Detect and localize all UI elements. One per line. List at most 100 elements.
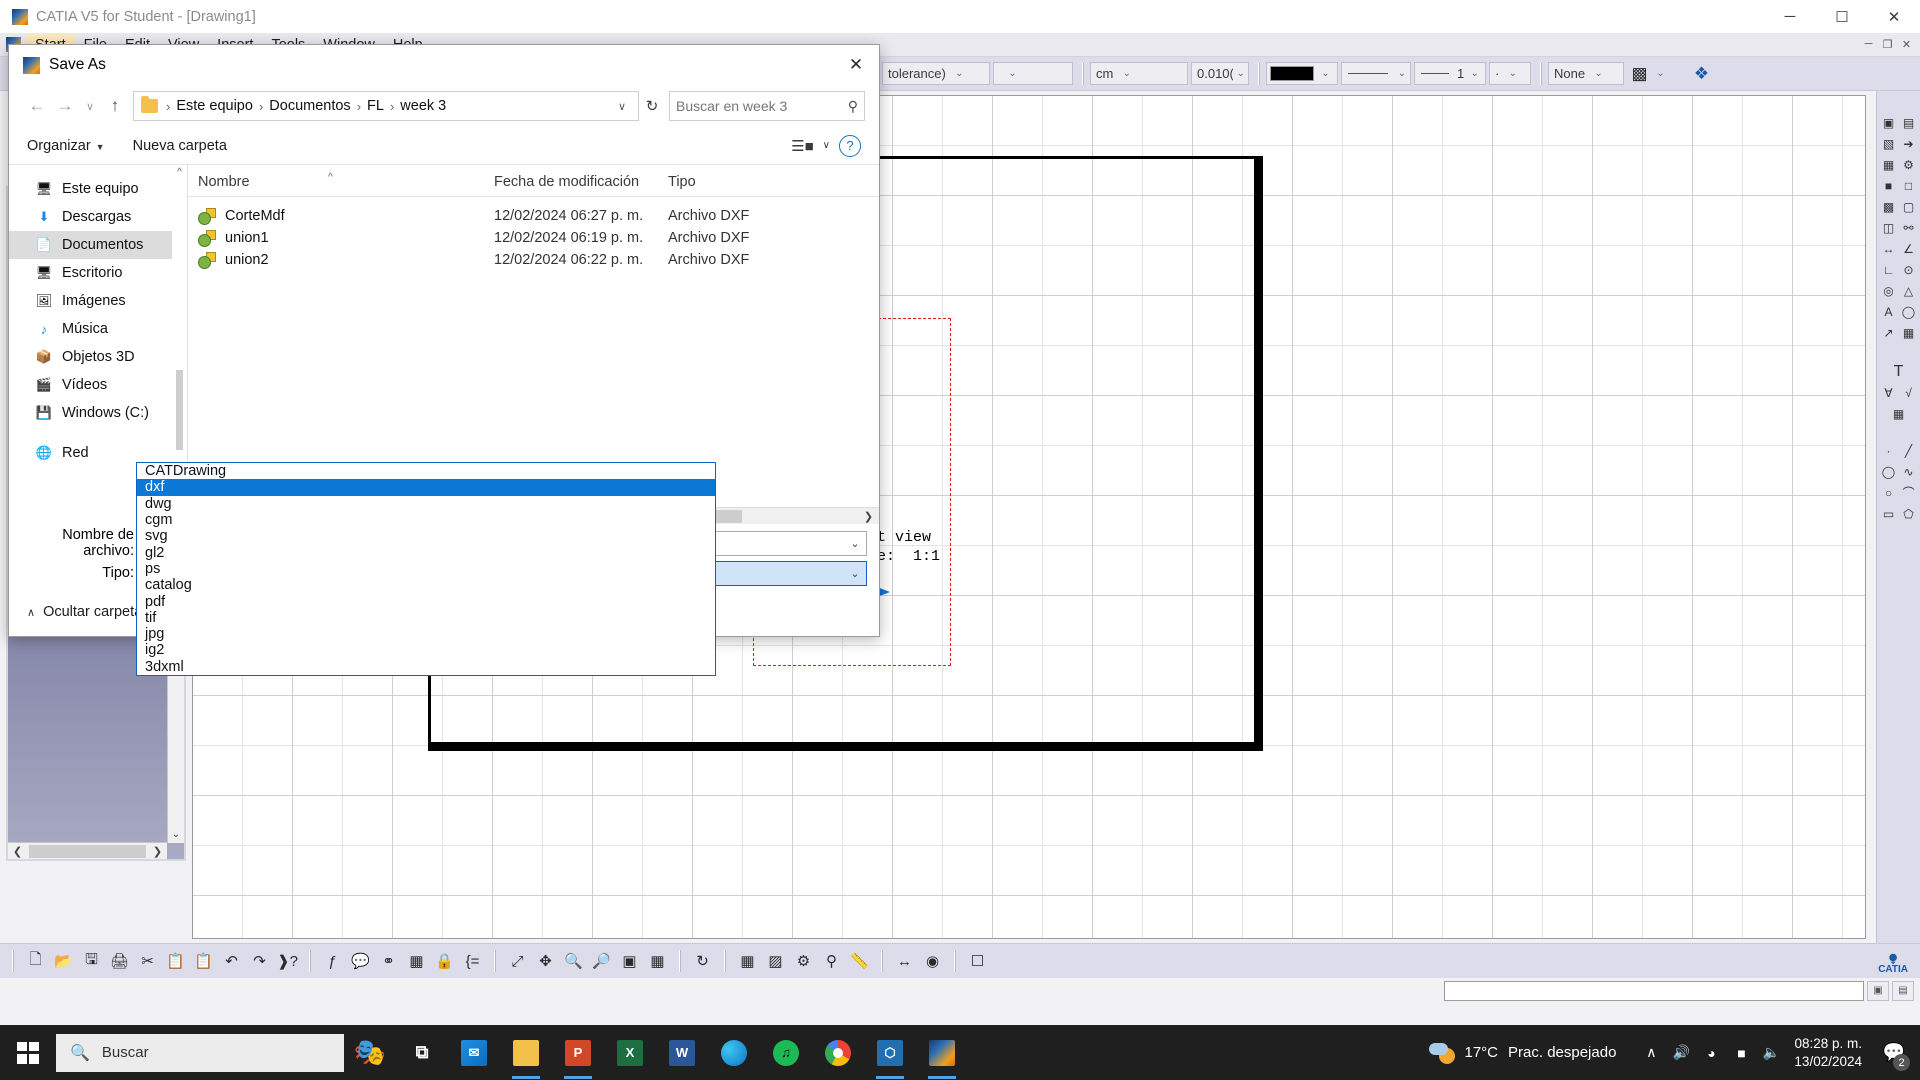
status-options-button[interactable]: ▤ bbox=[1892, 980, 1914, 1001]
grid-tool-icon[interactable]: ▦ bbox=[1889, 404, 1908, 423]
open-folder-icon[interactable]: 📂 bbox=[51, 949, 76, 974]
new-document-icon[interactable]: 🗋 bbox=[23, 949, 48, 974]
forward-arrow-icon[interactable]: → bbox=[51, 92, 79, 120]
analyze-icon[interactable]: ⚙ bbox=[791, 949, 816, 974]
node-icon[interactable]: ⚯ bbox=[1899, 218, 1918, 237]
column-header-tipo[interactable]: Tipo bbox=[658, 174, 879, 196]
taskbar-mail-button[interactable]: ✉ bbox=[448, 1025, 500, 1080]
filter-icon[interactable]: ⚭ bbox=[376, 949, 401, 974]
wifi-icon[interactable]: ◕ bbox=[1696, 1025, 1726, 1080]
taskbar-powerpoint-button[interactable]: P bbox=[552, 1025, 604, 1080]
filetype-dropdown-list[interactable]: CATDrawing dxf dwg cgm svg gl2 ps catalo… bbox=[136, 462, 716, 676]
unit-combo[interactable]: cm ⌄ bbox=[1090, 62, 1188, 85]
pattern-combo[interactable]: None ⌄ bbox=[1548, 62, 1624, 85]
conic-icon[interactable]: ⌒ bbox=[1899, 483, 1918, 502]
ellipse-icon[interactable]: ○ bbox=[1879, 483, 1898, 502]
dot-combo[interactable]: · ⌄ bbox=[1489, 62, 1531, 85]
taskbar-word-button[interactable]: W bbox=[656, 1025, 708, 1080]
filetype-option-pdf[interactable]: pdf bbox=[137, 593, 715, 610]
chevron-right-icon[interactable]: ❯ bbox=[148, 845, 167, 858]
filetype-option-gl2[interactable]: gl2 bbox=[137, 544, 715, 561]
save-icon[interactable]: 🖫 bbox=[79, 949, 104, 974]
zoom-area-icon[interactable]: ▣ bbox=[617, 949, 642, 974]
breadcrumb-item-3[interactable]: week 3 bbox=[398, 98, 448, 114]
mdi-restore-button[interactable]: ❐ bbox=[1879, 38, 1896, 51]
broken-view-icon[interactable]: ▩ bbox=[1879, 197, 1898, 216]
volume-icon[interactable]: 🔈 bbox=[1756, 1025, 1786, 1080]
section-view-icon[interactable]: ▧ bbox=[1879, 134, 1898, 153]
taskbar-excel-button[interactable]: X bbox=[604, 1025, 656, 1080]
taskbar-clock[interactable]: 08:28 p. m. 13/02/2024 bbox=[1786, 1035, 1874, 1071]
table-row[interactable]: CorteMdf 12/02/2024 06:27 p. m. Archivo … bbox=[188, 205, 879, 227]
filetype-option-dxf[interactable]: dxf bbox=[137, 479, 715, 496]
wizard-icon[interactable]: ■ bbox=[1879, 176, 1898, 195]
pattern-options-button[interactable]: ⌄ bbox=[1652, 62, 1686, 85]
view-detail-icon[interactable]: ▤ bbox=[1899, 113, 1918, 132]
tree-hscroll-thumb[interactable] bbox=[29, 844, 146, 858]
measure-between-icon[interactable]: 📏 bbox=[847, 949, 872, 974]
leader-icon[interactable]: ↗ bbox=[1879, 323, 1898, 342]
lineweight-combo[interactable]: 1 ⌄ bbox=[1414, 62, 1486, 85]
breadcrumb[interactable]: › Este equipo › Documentos › FL › week 3… bbox=[133, 91, 639, 121]
whats-this-help-icon[interactable]: ❱? bbox=[275, 949, 300, 974]
dimension-icon[interactable]: ↔ bbox=[1879, 239, 1898, 258]
new-folder-button[interactable]: Nueva carpeta bbox=[133, 138, 227, 154]
angle-dim-icon[interactable]: ∠ bbox=[1899, 239, 1918, 258]
sidebar-item-documentos[interactable]: 📄 Documentos bbox=[9, 231, 187, 259]
text-annotation-icon[interactable]: A bbox=[1879, 302, 1898, 321]
carnival-mask-icon[interactable]: 🎭 bbox=[344, 1033, 396, 1073]
network-speaker-icon[interactable]: 🔊 bbox=[1666, 1025, 1696, 1080]
filetype-option-tif[interactable]: tif bbox=[137, 610, 715, 626]
measure-inertia-icon[interactable]: ◉ bbox=[920, 949, 945, 974]
point-icon[interactable]: · bbox=[1879, 441, 1898, 460]
minimize-button[interactable]: ─ bbox=[1764, 0, 1816, 33]
undo-icon[interactable]: ↶ bbox=[219, 949, 244, 974]
parameters-icon[interactable]: {= bbox=[460, 949, 485, 974]
sidebar-item-descargas[interactable]: ⬇ Descargas bbox=[9, 203, 187, 231]
filetype-option-jpg[interactable]: jpg bbox=[137, 626, 715, 642]
chevron-down-icon[interactable]: ⌄ bbox=[844, 537, 866, 550]
chevron-right-icon[interactable]: ❯ bbox=[858, 510, 879, 523]
taskbar-vscode-button[interactable]: ⬡ bbox=[864, 1025, 916, 1080]
sidebar-item-objetos-3d[interactable]: 📦 Objetos 3D bbox=[9, 343, 187, 371]
close-button[interactable]: ✕ bbox=[1868, 0, 1920, 33]
status-panel-button[interactable]: ▣ bbox=[1867, 980, 1889, 1001]
dialog-close-button[interactable]: ✕ bbox=[833, 45, 879, 85]
clipping-icon[interactable]: ◫ bbox=[1879, 218, 1898, 237]
sidebar-item-escritorio[interactable]: 🖥 Escritorio bbox=[9, 259, 187, 287]
chevron-left-icon[interactable]: ❮ bbox=[8, 845, 27, 858]
precision-combo[interactable]: 0.010( ⌄ bbox=[1191, 62, 1249, 85]
hatch-pattern-icon[interactable]: ▩ bbox=[1627, 61, 1652, 86]
fit-all-icon[interactable]: ⤢ bbox=[505, 949, 530, 974]
sidebar-item-videos[interactable]: 🎬 Vídeos bbox=[9, 371, 187, 399]
filetype-option-ps[interactable]: ps bbox=[137, 561, 715, 577]
refresh-icon[interactable]: ↻ bbox=[639, 97, 665, 115]
line-icon[interactable]: ╱ bbox=[1899, 441, 1918, 460]
taskbar-file-explorer-button[interactable] bbox=[500, 1025, 552, 1080]
breadcrumb-item-1[interactable]: Documentos bbox=[267, 98, 352, 114]
table-row[interactable]: union2 12/02/2024 06:22 p. m. Archivo DX… bbox=[188, 249, 879, 271]
pointer-icon[interactable]: ➔ bbox=[1899, 134, 1918, 153]
radius-dim-icon[interactable]: ⊙ bbox=[1899, 260, 1918, 279]
taskbar-edge-button[interactable] bbox=[708, 1025, 760, 1080]
zoom-out-icon[interactable]: 🔎 bbox=[589, 949, 614, 974]
comment-icon[interactable]: 💬 bbox=[348, 949, 373, 974]
refresh-view-icon[interactable]: ↻ bbox=[690, 949, 715, 974]
recent-locations-icon[interactable]: ∨ bbox=[79, 100, 101, 113]
paste-icon[interactable]: 📋 bbox=[191, 949, 216, 974]
tolerance-icon[interactable]: △ bbox=[1899, 281, 1918, 300]
filetype-option-catdrawing[interactable]: CATDrawing bbox=[137, 463, 715, 479]
filetype-option-ig2[interactable]: ig2 bbox=[137, 642, 715, 658]
breadcrumb-item-0[interactable]: Este equipo bbox=[174, 98, 255, 114]
gear-icon[interactable]: ⚙ bbox=[1899, 155, 1918, 174]
notification-center-button[interactable]: 💬 2 bbox=[1874, 1025, 1914, 1080]
maximize-button[interactable]: ☐ bbox=[1816, 0, 1868, 33]
sidebar-item-windows-c[interactable]: 💾 Windows (C:) bbox=[9, 399, 187, 427]
filetype-option-dwg[interactable]: dwg bbox=[137, 496, 715, 512]
print-icon[interactable]: 🖨 bbox=[107, 949, 132, 974]
breadcrumb-item-2[interactable]: FL bbox=[365, 98, 386, 114]
mdi-close-button[interactable]: ✕ bbox=[1898, 38, 1915, 51]
chamfer-dim-icon[interactable]: ∟ bbox=[1879, 260, 1898, 279]
spline-icon[interactable]: ∿ bbox=[1899, 462, 1918, 481]
back-arrow-icon[interactable]: ← bbox=[23, 92, 51, 120]
